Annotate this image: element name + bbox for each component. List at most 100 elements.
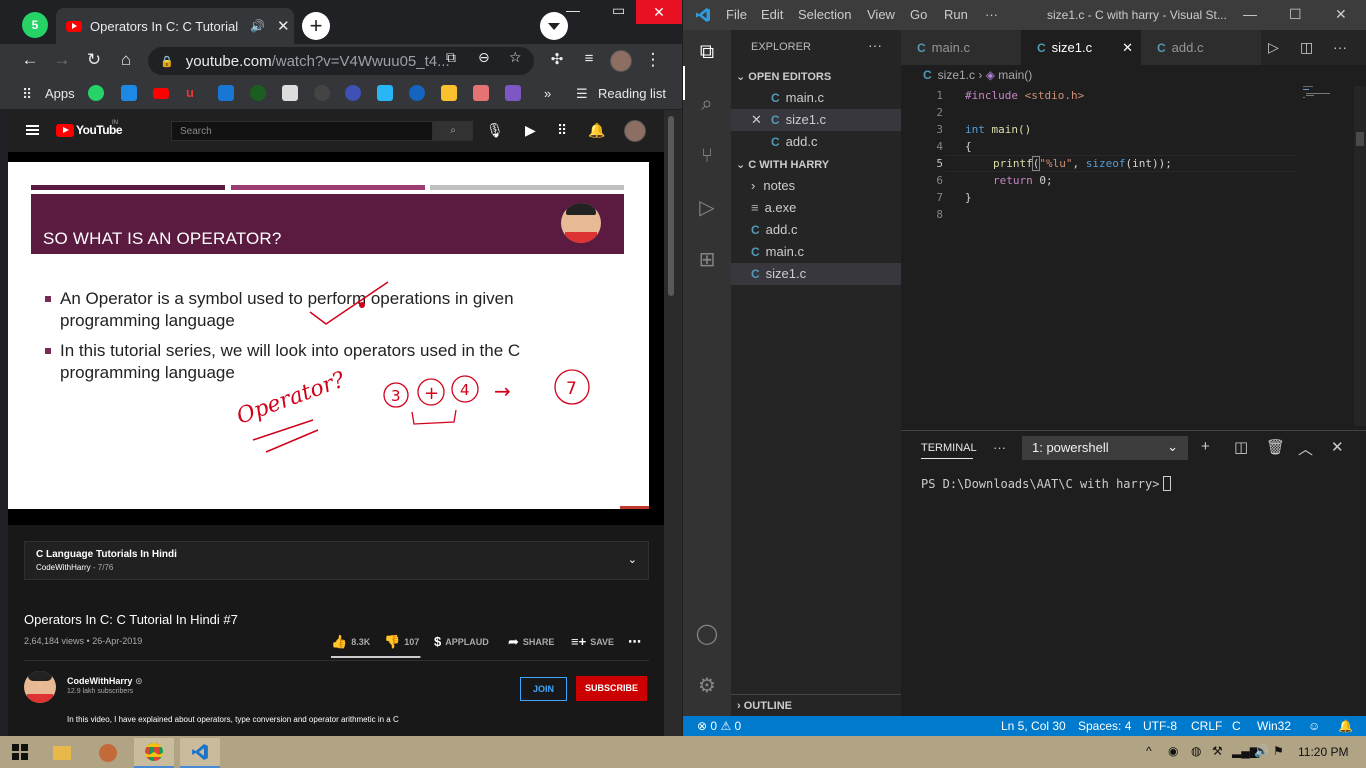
- scrollbar-thumb[interactable]: [1356, 132, 1364, 146]
- tab-size1-c[interactable]: Csize1.c ✕: [1021, 30, 1141, 65]
- notifications-bell-icon[interactable]: 🔔: [1338, 719, 1353, 733]
- new-terminal-plus-icon[interactable]: +: [1201, 438, 1210, 455]
- close-panel-icon[interactable]: ✕: [1331, 438, 1344, 456]
- encoding[interactable]: UTF-8: [1143, 719, 1177, 733]
- close-icon[interactable]: ✕: [1122, 40, 1133, 55]
- search-icon[interactable]: ⌕: [433, 121, 473, 141]
- extensions-puzzle-icon[interactable]: ✣: [546, 50, 568, 68]
- restore-button[interactable]: ▭: [612, 2, 625, 19]
- breadcrumb-file[interactable]: size1.c: [938, 68, 975, 82]
- dislike-button[interactable]: 👎 107: [384, 634, 419, 650]
- reading-list-button[interactable]: Reading list: [598, 86, 666, 101]
- editor-scrollbar[interactable]: [1354, 86, 1366, 426]
- split-terminal-icon[interactable]: ◫: [1234, 438, 1248, 456]
- minimap[interactable]: [1303, 86, 1331, 100]
- file-explorer-taskbar-icon[interactable]: [42, 738, 82, 768]
- menu-go[interactable]: Go: [910, 7, 927, 22]
- settings-gear-icon[interactable]: ⚙: [695, 674, 719, 698]
- apps-bookmark[interactable]: Apps: [45, 86, 75, 101]
- tab-add-c[interactable]: Cadd.c: [1141, 30, 1261, 65]
- terminal-tab[interactable]: TERMINAL: [921, 442, 977, 454]
- folder-section[interactable]: ⌄ C WITH HARRY: [736, 158, 829, 171]
- cursor-position[interactable]: Ln 5, Col 30: [1001, 719, 1066, 733]
- bookmark-13-icon[interactable]: [473, 85, 489, 101]
- close-window-button[interactable]: ✕: [1335, 6, 1347, 23]
- playlist-panel[interactable]: C Language Tutorials In Hindi CodeWithHa…: [24, 541, 649, 580]
- media-control-icon[interactable]: ≡: [578, 50, 600, 67]
- whatsapp-bookmark-icon[interactable]: [88, 85, 104, 101]
- tab-close-icon[interactable]: ✕: [277, 17, 290, 35]
- channel-name[interactable]: CodeWithHarry ⊙: [67, 676, 143, 687]
- feedback-icon[interactable]: ☺: [1308, 719, 1320, 733]
- video-player[interactable]: SO WHAT IS AN OPERATOR? An Operator is a…: [8, 152, 664, 525]
- tree-item-file[interactable]: ≡ a.exe: [731, 197, 901, 219]
- run-play-icon[interactable]: ▷: [1268, 39, 1279, 56]
- tab-youtube-video[interactable]: Operators In C: C Tutorial In Hindi #7 🔊…: [56, 8, 294, 44]
- menu-run[interactable]: Run: [944, 7, 968, 22]
- search-icon[interactable]: ⌕: [695, 92, 719, 116]
- bookmark-2-icon[interactable]: [121, 85, 137, 101]
- open-in-app-icon[interactable]: ⧉: [446, 49, 456, 66]
- chevron-up-icon[interactable]: ︿: [1298, 438, 1313, 459]
- open-editor-item-active[interactable]: ✕ Csize1.c: [731, 109, 901, 131]
- bookmark-10-icon[interactable]: [377, 85, 393, 101]
- bookmark-12-icon[interactable]: [441, 85, 457, 101]
- close-icon[interactable]: ✕: [751, 112, 762, 127]
- source-control-icon[interactable]: ⑂: [695, 144, 719, 168]
- bookmark-star-icon[interactable]: ☆: [509, 49, 522, 66]
- forward-arrow-icon[interactable]: →: [51, 50, 73, 70]
- tab-search-button[interactable]: [540, 12, 568, 40]
- playlist-title[interactable]: C Language Tutorials In Hindi: [36, 549, 177, 560]
- menu-kebab-icon[interactable]: ⋮: [642, 50, 664, 70]
- minimize-button[interactable]: —: [1243, 6, 1257, 22]
- more-bookmarks-icon[interactable]: »: [544, 86, 551, 101]
- menu-edit[interactable]: Edit: [761, 7, 783, 22]
- open-editor-item[interactable]: Cmain.c: [731, 87, 901, 109]
- paint-taskbar-icon[interactable]: [88, 738, 128, 768]
- terminal-output[interactable]: PS D:\Downloads\AAT\C with harry>: [921, 476, 1172, 491]
- chevron-up-icon[interactable]: ^: [1146, 744, 1152, 758]
- youtube-bookmark-icon[interactable]: [153, 88, 169, 99]
- hamburger-menu-icon[interactable]: [26, 125, 39, 135]
- tree-item-file[interactable]: Cmain.c: [731, 241, 901, 263]
- reading-list-icon[interactable]: ☰: [576, 86, 588, 102]
- create-video-icon[interactable]: ▶: [525, 122, 536, 139]
- more-actions-icon[interactable]: ···: [1333, 39, 1347, 55]
- profile-avatar[interactable]: [610, 50, 632, 72]
- outline-section[interactable]: › OUTLINE: [731, 694, 901, 716]
- more-actions-icon[interactable]: ⋯: [628, 634, 645, 650]
- notifications-bell-icon[interactable]: 🔔: [588, 122, 605, 139]
- more-actions-icon[interactable]: ···: [868, 37, 882, 53]
- channel-avatar[interactable]: [24, 671, 56, 703]
- bookmark-14-icon[interactable]: [505, 85, 521, 101]
- subscribe-button[interactable]: SUBSCRIBE: [576, 676, 647, 701]
- like-button[interactable]: 👍 8.3K: [331, 634, 370, 650]
- open-editors-section[interactable]: ⌄ OPEN EDITORS: [736, 70, 831, 83]
- breadcrumb-symbol[interactable]: main(): [998, 68, 1032, 82]
- scrollbar-thumb[interactable]: [668, 116, 674, 296]
- problems-indicator[interactable]: ⊗ 0 ⚠ 0: [697, 719, 741, 733]
- action-center-flag-icon[interactable]: ⚑: [1273, 744, 1284, 758]
- youtube-avatar[interactable]: [624, 120, 646, 142]
- bookmark-9-icon[interactable]: [345, 85, 361, 101]
- run-debug-icon[interactable]: ▷: [695, 196, 719, 220]
- bookmark-11-icon[interactable]: [409, 85, 425, 101]
- explorer-files-icon[interactable]: ⧉: [695, 40, 719, 64]
- menu-more[interactable]: ···: [985, 7, 998, 22]
- vscode-taskbar-icon[interactable]: [180, 738, 220, 768]
- taskbar-clock[interactable]: 11:20 PM: [1298, 745, 1348, 759]
- platform[interactable]: Win32: [1257, 719, 1291, 733]
- youtube-logo-icon[interactable]: [56, 124, 74, 137]
- menu-selection[interactable]: Selection: [798, 7, 851, 22]
- bookmark-7-icon[interactable]: [282, 85, 298, 101]
- chevron-down-icon[interactable]: ⌄: [628, 553, 637, 566]
- indentation[interactable]: Spaces: 4: [1078, 719, 1131, 733]
- trash-icon[interactable]: 🗑: [1266, 438, 1285, 456]
- udemy-bookmark-icon[interactable]: u: [186, 85, 202, 101]
- zoom-icon[interactable]: ⊖: [478, 49, 490, 66]
- extensions-icon[interactable]: ⊞: [695, 248, 719, 272]
- youtube-search-input[interactable]: Search: [171, 121, 433, 141]
- open-editor-item[interactable]: Cadd.c: [731, 131, 901, 153]
- speaker-icon[interactable]: 🔊: [250, 19, 265, 33]
- save-button[interactable]: ≡+ SAVE: [571, 634, 614, 649]
